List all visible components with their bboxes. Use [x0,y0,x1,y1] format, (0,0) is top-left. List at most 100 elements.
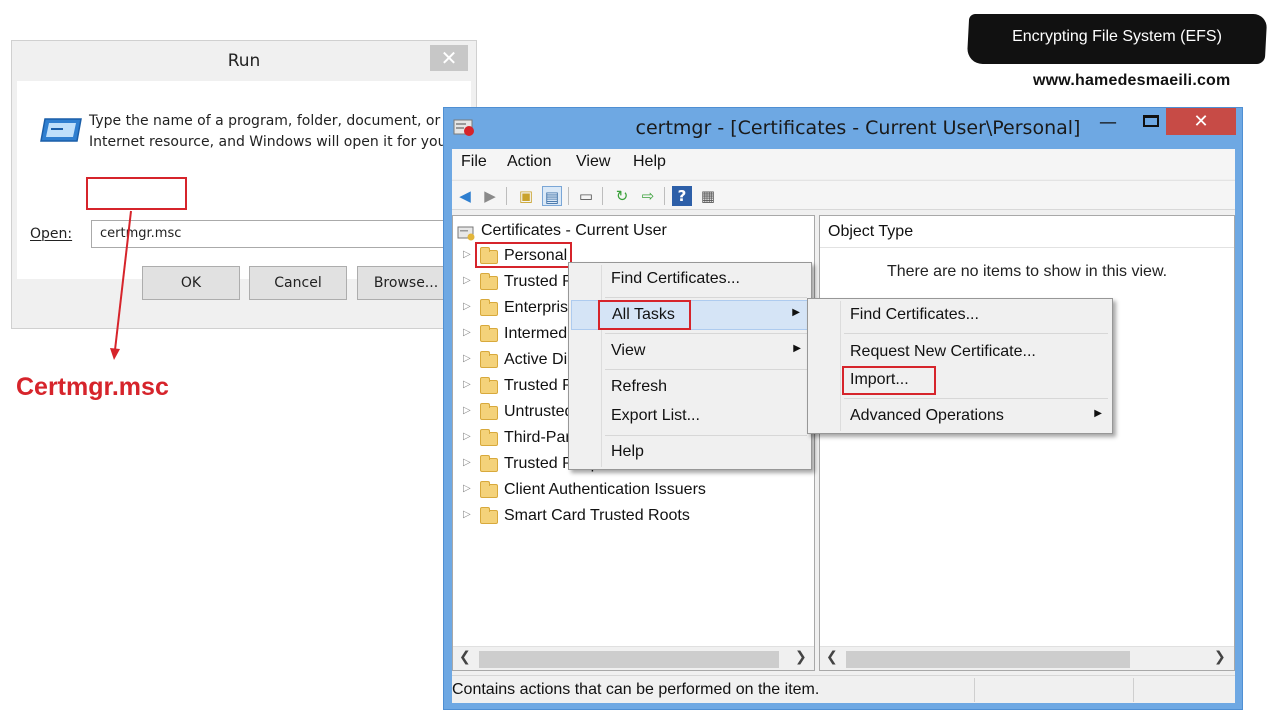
toolbar-separator [664,187,665,205]
annotation-label: Certmgr.msc [16,373,169,401]
expand-icon[interactable]: ▷ [463,509,471,520]
tree-item-label: Smart Card Trusted Roots [504,507,690,524]
menu-separator [605,333,807,334]
properties-icon[interactable]: ▦ [698,186,718,206]
menu-file[interactable]: File [461,153,487,171]
menu-separator [605,369,807,370]
scroll-right-icon[interactable]: ❯ [795,649,807,665]
scroll-left-icon[interactable]: ❮ [459,649,471,665]
menu-separator [605,297,807,298]
menu-separator [844,333,1108,334]
menu-item-view[interactable]: View ▶ [571,337,809,367]
highlight-box-all-tasks [598,300,691,330]
menu-item-export-list[interactable]: Export List... [571,402,809,432]
expand-icon[interactable]: ▷ [463,353,471,364]
expand-icon[interactable]: ▷ [463,457,471,468]
toolbar-separator [568,187,569,205]
toolbar-separator [602,187,603,205]
folder-icon [480,299,498,316]
expand-icon[interactable]: ▷ [463,301,471,312]
list-horizontal-scrollbar[interactable]: ❮ ❯ [820,646,1234,670]
menu-view[interactable]: View [576,153,610,171]
run-description: Type the name of a program, folder, docu… [89,113,451,150]
run-icon [40,118,82,142]
tree-root-label: Certificates - Current User [481,222,667,239]
minimize-button[interactable]: — [1094,112,1122,134]
submenu-arrow-icon: ▶ [793,343,801,354]
tree-horizontal-scrollbar[interactable]: ❮ ❯ [453,646,814,670]
folder-icon [480,351,498,368]
folder-icon [480,507,498,524]
highlight-box-import [842,366,936,395]
scrollbar-thumb[interactable] [479,651,779,668]
menu-item-label: Request New Certificate... [850,343,1036,360]
status-bar: Contains actions that can be performed o… [452,675,1235,703]
highlight-box-run-input [86,177,187,210]
list-header[interactable]: Object Type [820,216,1234,248]
folder-icon [480,429,498,446]
scrollbar-thumb[interactable] [846,651,1130,668]
cancel-button[interactable]: Cancel [249,266,347,300]
column-object-type: Object Type [828,223,914,240]
up-folder-icon[interactable]: ▣ [516,186,536,206]
help-icon[interactable]: ? [672,186,692,206]
run-close-button[interactable]: ✕ [430,45,468,71]
forward-icon[interactable]: ▶ [480,186,500,206]
empty-message: There are no items to show in this view. [886,263,1168,280]
site-url: www.hamedesmaeili.com [1033,72,1231,89]
menu-action[interactable]: Action [507,153,551,171]
menu-item-find-certificates[interactable]: Find Certificates... [810,301,1110,331]
menu-help[interactable]: Help [633,153,666,171]
open-label: Open: [30,226,73,242]
certificate-store-icon [457,226,475,241]
menu-item-advanced-operations[interactable]: Advanced Operations ▶ [810,402,1110,432]
menu-item-label: Help [611,443,644,460]
open-input[interactable]: certmgr.msc ⌄ [91,220,464,248]
scroll-right-icon[interactable]: ❯ [1214,649,1226,665]
menu-item-request-new-certificate[interactable]: Request New Certificate... [810,338,1110,368]
expand-icon[interactable]: ▷ [463,431,471,442]
refresh-icon[interactable]: ↻ [612,186,632,206]
status-divider [1133,678,1134,702]
submenu-arrow-icon: ▶ [792,307,800,318]
toolbar: ◀ ▶ ▣ ▤ ▭ ↻ ⇨ ? ▦ [452,180,1235,210]
close-button[interactable]: ✕ [1166,108,1236,135]
browse-button[interactable]: Browse... [357,266,455,300]
folder-icon [480,481,498,498]
context-menu: Find Certificates... All Tasks ▶ View ▶ … [568,262,812,470]
menu-item-label: Find Certificates... [611,270,740,287]
maximize-icon [1143,115,1159,127]
slide: Encrypting File System (EFS) www.hamedes… [0,0,1280,720]
tree-item-label: Client Authentication Issuers [504,481,706,498]
clipboard-icon[interactable]: ▭ [576,186,596,206]
banner-title: Encrypting File System (EFS) [1012,28,1222,45]
menu-item-label: Refresh [611,378,668,395]
menu-item-help[interactable]: Help [571,438,809,468]
ok-button[interactable]: OK [142,266,240,300]
expand-icon[interactable]: ▷ [463,483,471,494]
folder-icon [480,273,498,290]
back-icon[interactable]: ◀ [455,186,475,206]
expand-icon[interactable]: ▷ [463,379,471,390]
toolbar-separator [506,187,507,205]
menu-item-label: View [611,342,646,359]
expand-icon[interactable]: ▷ [463,249,471,260]
menu-item-find-certificates[interactable]: Find Certificates... [571,265,809,295]
menu-item-label: Find Certificates... [850,306,979,323]
run-dialog: Run ✕ Type the name of a program, folder… [11,40,477,329]
expand-icon[interactable]: ▷ [463,327,471,338]
export-list-icon[interactable]: ⇨ [638,186,658,206]
menu-item-refresh[interactable]: Refresh [571,373,809,403]
folder-icon [480,403,498,420]
expand-icon[interactable]: ▷ [463,275,471,286]
show-hide-tree-icon[interactable]: ▤ [542,186,562,206]
scroll-left-icon[interactable]: ❮ [826,649,838,665]
status-text: Contains actions that can be performed o… [452,681,820,698]
expand-icon[interactable]: ▷ [463,405,471,416]
highlight-box-personal [475,242,572,268]
maximize-button[interactable] [1137,112,1165,134]
submenu-arrow-icon: ▶ [1094,408,1102,419]
menu-separator [605,435,807,436]
menu-bar: File Action View Help [452,149,1235,179]
status-divider [974,678,975,702]
